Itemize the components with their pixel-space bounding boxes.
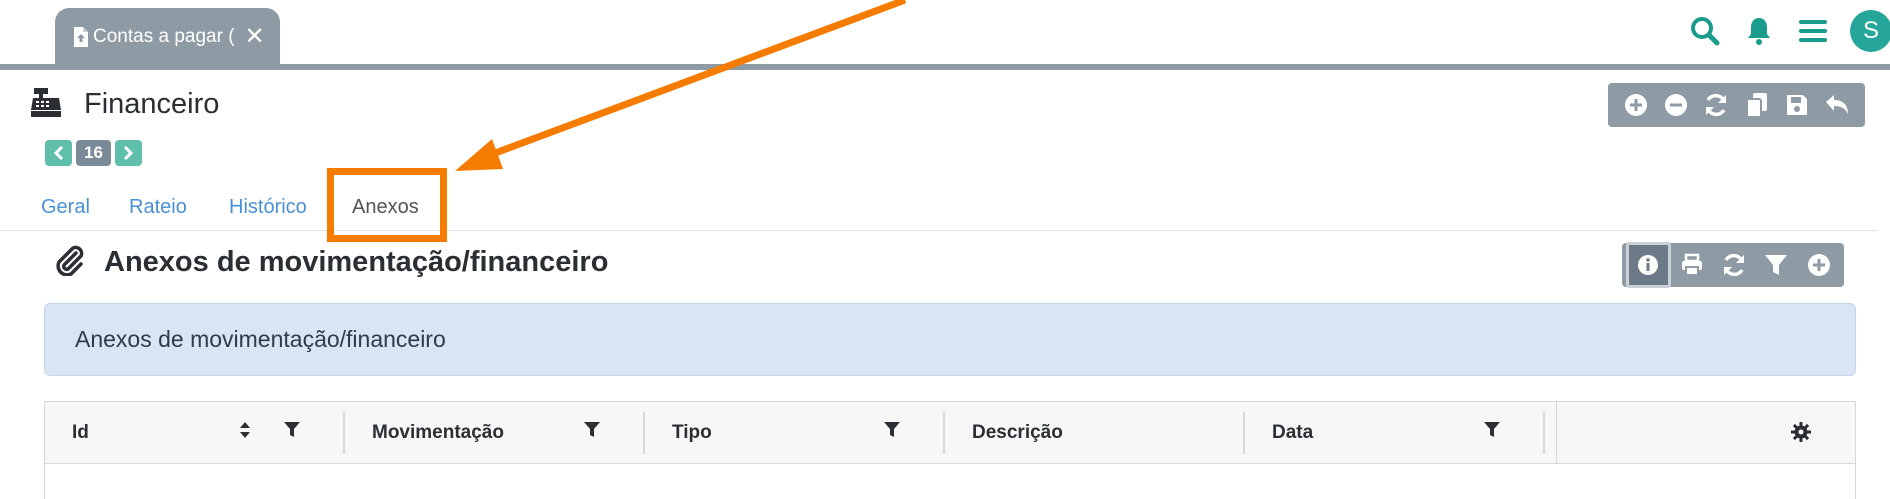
table-header: Id Movimentação Tipo Descrição Data xyxy=(45,402,1855,464)
record-tabs: Geral Rateio Histórico Anexos xyxy=(0,186,1878,231)
column-id[interactable]: Id xyxy=(45,402,345,464)
column-separator xyxy=(1556,402,1557,464)
column-movimentacao[interactable]: Movimentação xyxy=(345,402,645,464)
avatar[interactable]: S xyxy=(1850,10,1890,52)
attachments-table: Id Movimentação Tipo Descrição Data xyxy=(44,401,1856,499)
tab-historico[interactable]: Histórico xyxy=(229,196,307,219)
gear-icon[interactable] xyxy=(1791,422,1811,447)
next-record-button[interactable] xyxy=(114,140,142,166)
refresh-icon[interactable] xyxy=(1713,243,1755,287)
column-movimentacao-label: Movimentação xyxy=(372,422,504,443)
column-tipo-label: Tipo xyxy=(672,422,712,443)
close-tab-icon[interactable]: ✕ xyxy=(245,25,265,49)
section-title: Anexos de movimentação/financeiro xyxy=(54,244,608,281)
main-toolbar xyxy=(1608,83,1865,127)
column-data[interactable]: Data xyxy=(1245,402,1545,464)
tab-geral[interactable]: Geral xyxy=(41,196,90,219)
info-panel-text: Anexos de movimentação/financeiro xyxy=(75,326,446,352)
info-panel: Anexos de movimentação/financeiro xyxy=(44,303,1856,376)
paperclip-icon xyxy=(54,244,84,281)
column-separator xyxy=(1543,412,1545,454)
previous-record-button[interactable] xyxy=(45,140,72,166)
copy-icon[interactable] xyxy=(1742,90,1772,120)
filter-icon[interactable] xyxy=(1483,421,1501,445)
sort-icon[interactable] xyxy=(239,421,251,445)
save-icon[interactable] xyxy=(1782,90,1812,120)
top-bar-divider xyxy=(0,64,1890,70)
record-pager: 16 xyxy=(45,140,142,166)
bell-icon[interactable] xyxy=(1744,16,1774,46)
column-tipo[interactable]: Tipo xyxy=(645,402,945,464)
window-tab[interactable]: Contas a pagar ( ✕ xyxy=(55,8,280,66)
file-upload-icon xyxy=(73,27,89,47)
column-descricao-label: Descrição xyxy=(972,422,1063,443)
column-id-label: Id xyxy=(72,422,89,443)
search-icon[interactable] xyxy=(1690,16,1720,46)
plus-circle-icon[interactable] xyxy=(1798,243,1840,287)
refresh-icon[interactable] xyxy=(1701,90,1731,120)
filter-icon[interactable] xyxy=(583,421,601,445)
page-title-text: Financeiro xyxy=(84,88,220,120)
section-toolbar xyxy=(1622,242,1844,288)
record-number: 16 xyxy=(76,140,111,166)
info-icon[interactable] xyxy=(1626,242,1671,288)
undo-icon[interactable] xyxy=(1822,90,1852,120)
print-icon[interactable] xyxy=(1671,243,1713,287)
cash-register-icon xyxy=(30,86,62,123)
highlight-box xyxy=(327,168,447,242)
hamburger-menu-icon[interactable] xyxy=(1798,16,1828,46)
filter-icon[interactable] xyxy=(1755,243,1797,287)
tab-rateio[interactable]: Rateio xyxy=(129,196,187,219)
top-icons: S xyxy=(1666,10,1890,52)
section-title-text: Anexos de movimentação/financeiro xyxy=(104,246,609,278)
plus-circle-icon[interactable] xyxy=(1621,90,1651,120)
page-title: Financeiro xyxy=(30,86,219,123)
top-bar: Contas a pagar ( ✕ S xyxy=(0,0,1890,66)
filter-icon[interactable] xyxy=(283,421,301,445)
column-descricao[interactable]: Descrição xyxy=(945,402,1245,464)
window-tab-label: Contas a pagar ( xyxy=(93,26,235,47)
minus-circle-icon[interactable] xyxy=(1661,90,1691,120)
column-data-label: Data xyxy=(1272,422,1314,443)
filter-icon[interactable] xyxy=(883,421,901,445)
